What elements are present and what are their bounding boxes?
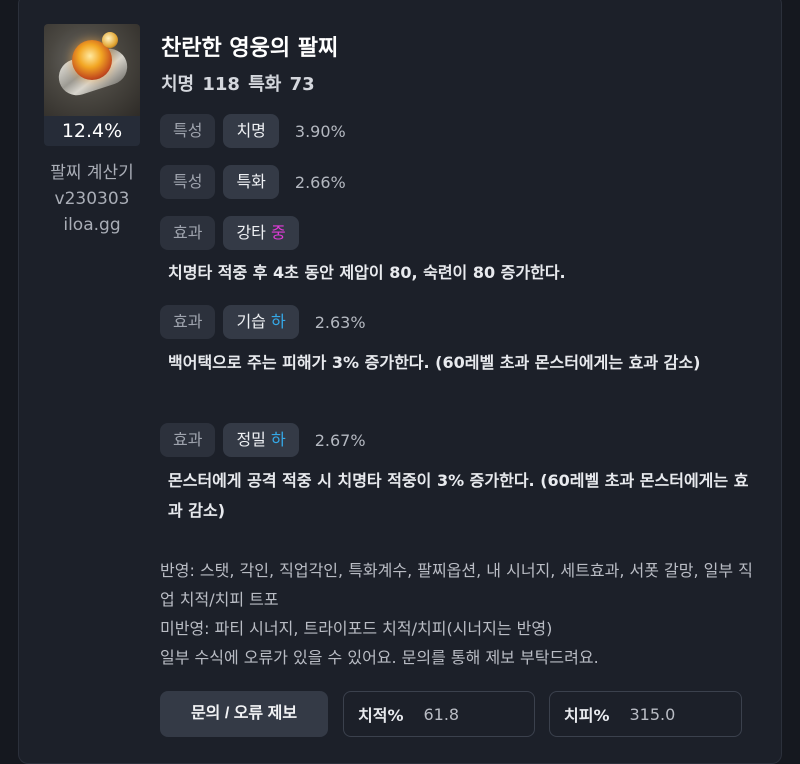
option-grade: 하 — [271, 312, 286, 331]
option-name-tag: 기습 하 — [223, 305, 299, 339]
option-type-tag: 효과 — [160, 216, 216, 250]
efficiency-percent-badge: 12.4% — [44, 116, 140, 146]
option-row: 특성 치명 3.90% — [160, 114, 346, 148]
option-type-tag: 효과 — [160, 305, 216, 339]
item-stats: 치명 118 특화 73 — [161, 74, 315, 95]
option-value: 3.90% — [294, 121, 346, 141]
bracelet-icon — [44, 24, 140, 116]
option-type-tag: 특성 — [160, 165, 216, 199]
option-value: 2.66% — [294, 172, 346, 192]
crit-damage-field[interactable]: 치피% 315.0 — [549, 691, 742, 737]
option-row: 효과 정밀 하 2.67% — [160, 423, 366, 457]
crit-rate-value[interactable]: 61.8 — [423, 705, 459, 724]
option-value: 2.67% — [314, 430, 366, 450]
disclaimer-note: 일부 수식에 오류가 있을 수 있어요. 문의를 통해 제보 부탁드려요. — [160, 648, 599, 667]
option-row: 효과 강타 중 — [160, 216, 307, 250]
calculation-notes: 반영: 스탯, 각인, 직업각인, 특화계수, 팔찌옵션, 내 시너지, 세트효… — [160, 556, 760, 672]
item-summary: 12.4% 팔찌 계산기 v230303 iloa.gg — [44, 24, 140, 238]
item-title: 찬란한 영웅의 팔찌 — [161, 36, 339, 61]
crit-damage-value[interactable]: 315.0 — [629, 705, 675, 724]
option-grade: 중 — [271, 223, 286, 242]
not-reflected-note: 미반영: 파티 시너지, 트라이포드 치적/치피(시너지는 반영) — [160, 619, 553, 638]
calculator-info: 팔찌 계산기 v230303 iloa.gg — [44, 160, 140, 238]
option-grade: 하 — [271, 430, 286, 449]
report-error-button[interactable]: 문의 / 오류 제보 — [160, 691, 328, 737]
option-name-tag: 치명 — [223, 114, 279, 148]
option-value: 2.63% — [314, 312, 366, 332]
option-type-tag: 특성 — [160, 114, 216, 148]
option-type-tag: 효과 — [160, 423, 216, 457]
calculator-version: v230303 — [54, 189, 130, 209]
option-name-tag: 특화 — [223, 165, 279, 199]
calculator-name: 팔찌 계산기 — [50, 163, 134, 183]
option-description: 치명타 적중 후 4초 동안 제압이 80, 숙련이 80 증가한다. — [168, 263, 566, 282]
reflected-note: 반영: 스탯, 각인, 직업각인, 특화계수, 팔찌옵션, 내 시너지, 세트효… — [160, 561, 753, 609]
crit-rate-field[interactable]: 치적% 61.8 — [343, 691, 535, 737]
crit-rate-label: 치적% — [358, 706, 404, 725]
option-description: 백어택으로 주는 피해가 3% 증가한다. (60레벨 초과 몬스터에게는 효과… — [168, 353, 701, 372]
option-description: 몬스터에게 공격 적중 시 치명타 적중이 3% 증가한다. (60레벨 초과 … — [168, 471, 749, 520]
crit-damage-label: 치피% — [564, 706, 610, 725]
option-row: 특성 특화 2.66% — [160, 165, 346, 199]
option-name-tag: 강타 중 — [223, 216, 299, 250]
calculator-site: iloa.gg — [63, 215, 121, 235]
option-name-tag: 정밀 하 — [223, 423, 299, 457]
option-row: 효과 기습 하 2.63% — [160, 305, 366, 339]
